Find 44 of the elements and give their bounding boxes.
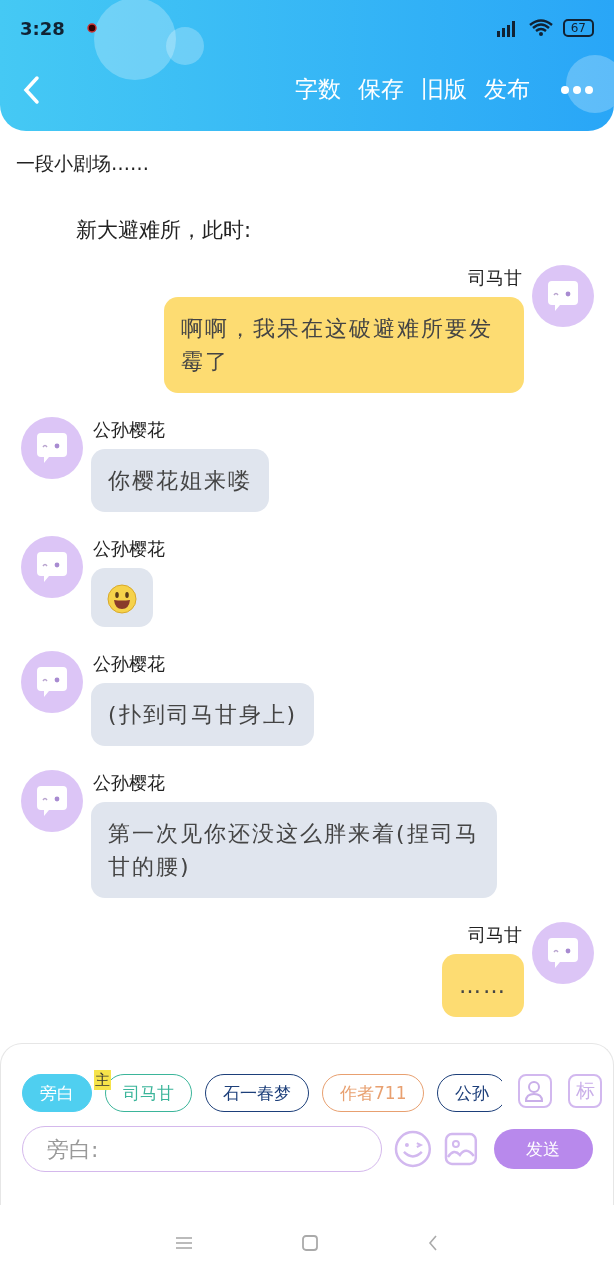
avatar-icon bbox=[21, 536, 83, 598]
wifi-icon bbox=[528, 19, 553, 37]
header-action[interactable]: 旧版 bbox=[421, 74, 467, 105]
avatar-icon bbox=[21, 417, 83, 479]
header-bubble bbox=[566, 55, 614, 113]
status-time: 3:28 bbox=[20, 17, 65, 39]
message-bubble: (扑到司马甘身上) bbox=[91, 683, 315, 746]
role-chip[interactable]: 旁白 bbox=[22, 1074, 92, 1112]
avatar-icon bbox=[532, 265, 594, 327]
main-badge: 主 bbox=[94, 1070, 111, 1090]
sender-name: 司马甘 bbox=[468, 267, 522, 289]
back-icon[interactable] bbox=[428, 1234, 438, 1251]
message-bubble: 你樱花姐来喽 bbox=[91, 449, 269, 512]
header-action[interactable]: 发布 bbox=[484, 74, 530, 105]
more-icon[interactable] bbox=[560, 84, 594, 95]
header-action[interactable]: 保存 bbox=[358, 74, 404, 105]
smiley-icon bbox=[107, 584, 137, 614]
scene-text: 新大避难所，此时: bbox=[76, 217, 253, 244]
intro-text: 一段小剧场…… bbox=[16, 151, 150, 176]
send-button[interactable]: 发送 bbox=[493, 1129, 593, 1169]
message-bubble: 第一次见你还没这么胖来着(捏司马甘的腰) bbox=[91, 802, 497, 898]
avatar-icon bbox=[21, 651, 83, 713]
header-action[interactable]: 字数 bbox=[295, 74, 341, 105]
home-icon[interactable] bbox=[302, 1234, 318, 1251]
emoji-icon[interactable] bbox=[394, 1130, 432, 1168]
tag-button[interactable]: 标 bbox=[568, 1074, 602, 1108]
menu-icon[interactable] bbox=[176, 1235, 192, 1250]
message-bubble: …… bbox=[442, 954, 524, 1017]
sender-name: 公孙樱花 bbox=[93, 419, 165, 441]
avatar-icon bbox=[21, 770, 83, 832]
sender-name: 公孙樱花 bbox=[93, 538, 165, 560]
notification-icon bbox=[86, 23, 97, 33]
role-chip[interactable]: 石一春梦 bbox=[205, 1074, 309, 1112]
role-chip[interactable]: 公孙 bbox=[437, 1074, 502, 1112]
message-bubble: 啊啊，我呆在这破避难所要发霉了 bbox=[164, 297, 524, 393]
sender-name: 公孙樱花 bbox=[93, 653, 165, 675]
role-chip[interactable]: 作者711 bbox=[322, 1074, 425, 1112]
avatar-icon bbox=[532, 922, 594, 984]
character-icon[interactable] bbox=[518, 1074, 552, 1108]
battery-indicator: 67 bbox=[562, 19, 594, 37]
sender-name: 公孙樱花 bbox=[93, 772, 165, 794]
image-icon[interactable] bbox=[443, 1132, 478, 1166]
message-input[interactable]: 旁白: bbox=[22, 1126, 382, 1172]
sender-name: 司马甘 bbox=[468, 924, 522, 946]
